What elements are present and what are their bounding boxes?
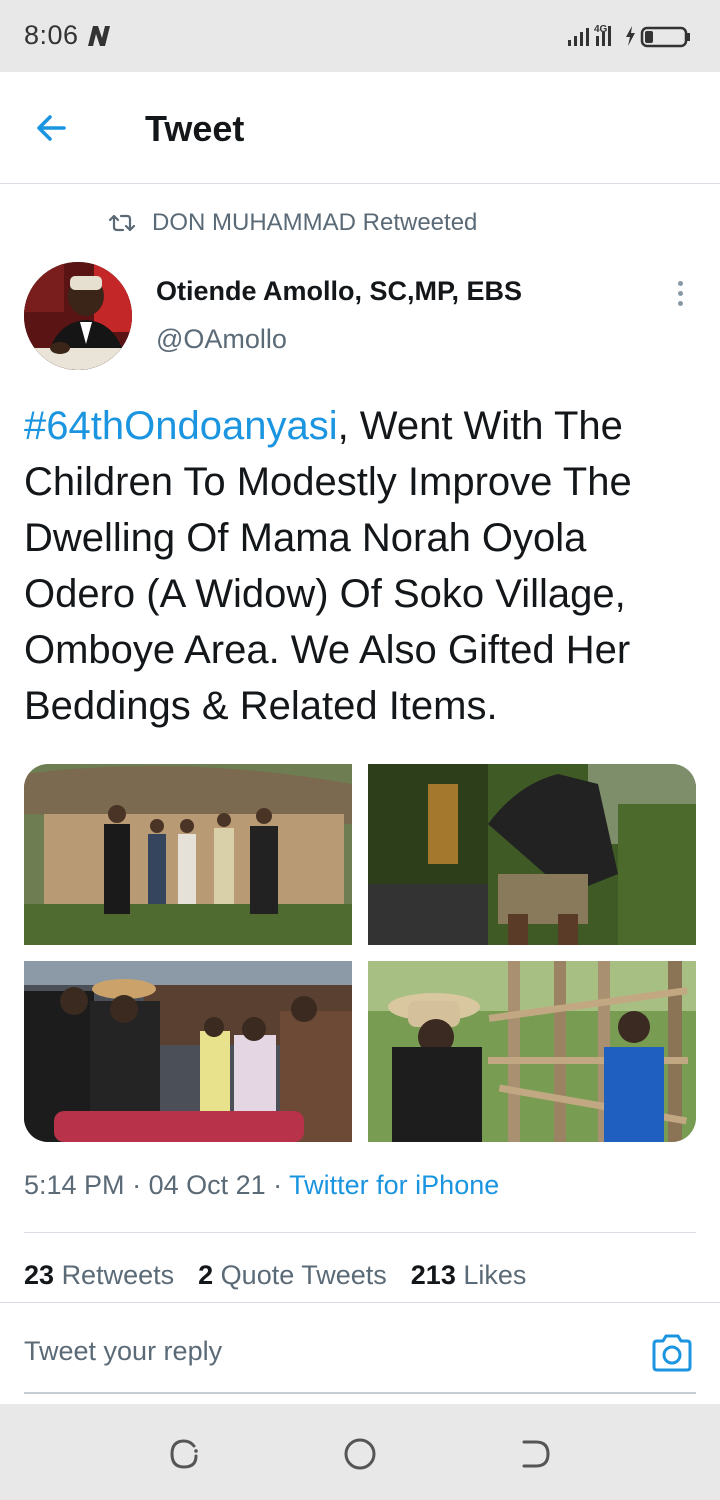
status-bar: 8:06 4G (0, 0, 720, 72)
photo-man-working (368, 764, 696, 945)
tweet-date: 04 Oct 21 (148, 1170, 266, 1200)
status-time: 8:06 (24, 20, 79, 50)
photo-fencing (368, 961, 696, 1142)
avatar[interactable] (24, 262, 132, 370)
back-nav-icon (522, 1440, 550, 1468)
tweet-source-link[interactable]: Twitter for iPhone (289, 1170, 499, 1200)
retweet-icon (108, 214, 136, 232)
tweet-photo[interactable] (368, 764, 696, 945)
recents-icon (170, 1439, 198, 1469)
tweet-text: #64thOndoanyasi, Went With The Children … (24, 398, 704, 734)
page-title: Tweet (145, 108, 245, 149)
svg-text:4G: 4G (594, 24, 608, 35)
retweets-stat[interactable]: 23 Retweets (24, 1260, 174, 1291)
notification-n-icon (88, 26, 110, 46)
back-button[interactable] (30, 106, 80, 150)
hashtag-link[interactable]: #64thOndoanyasi (24, 404, 338, 448)
author-handle[interactable]: @OAmollo (156, 324, 287, 355)
signal-battery-icons: 4G (568, 24, 690, 48)
tweet-timestamp: 5:14 PM · 04 Oct 21 · Twitter for iPhone (24, 1170, 500, 1200)
divider (0, 1302, 720, 1303)
reply-underline (24, 1392, 696, 1394)
camera-button[interactable] (650, 1332, 694, 1374)
avatar-image (24, 262, 132, 370)
home-icon (344, 1438, 376, 1470)
top-app-bar: Tweet (0, 72, 720, 184)
arrow-left-icon (37, 115, 66, 141)
more-vertical-icon (668, 281, 692, 306)
divider (24, 1232, 696, 1233)
retweeted-by[interactable]: DON MUHAMMAD Retweeted (108, 208, 477, 238)
engagement-stats: 23 Retweets 2 Quote Tweets 213 Likes (24, 1260, 550, 1291)
reply-input[interactable]: Tweet your reply (24, 1336, 222, 1367)
tweet-photo[interactable] (368, 961, 696, 1142)
retweeted-by-label: DON MUHAMMAD Retweeted (152, 209, 478, 236)
tweet-photo[interactable] (24, 961, 352, 1142)
tweet-body: , Went With The Children To Modestly Imp… (24, 404, 632, 728)
back-nav-button[interactable] (516, 1434, 556, 1474)
recent-apps-button[interactable] (164, 1434, 204, 1474)
camera-icon (652, 1334, 692, 1372)
more-options-button[interactable] (668, 278, 692, 310)
quote-tweets-stat[interactable]: 2 Quote Tweets (198, 1260, 387, 1291)
system-nav-bar (0, 1404, 720, 1500)
likes-stat[interactable]: 213 Likes (411, 1260, 527, 1291)
home-button[interactable] (340, 1434, 380, 1474)
author-name[interactable]: Otiende Amollo, SC,MP, EBS (156, 276, 522, 307)
media-grid (24, 764, 696, 1142)
tweet-photo[interactable] (24, 764, 352, 945)
tweet-time: 5:14 PM (24, 1170, 125, 1200)
photo-hut-group (24, 764, 352, 945)
photo-gifting (24, 961, 352, 1142)
